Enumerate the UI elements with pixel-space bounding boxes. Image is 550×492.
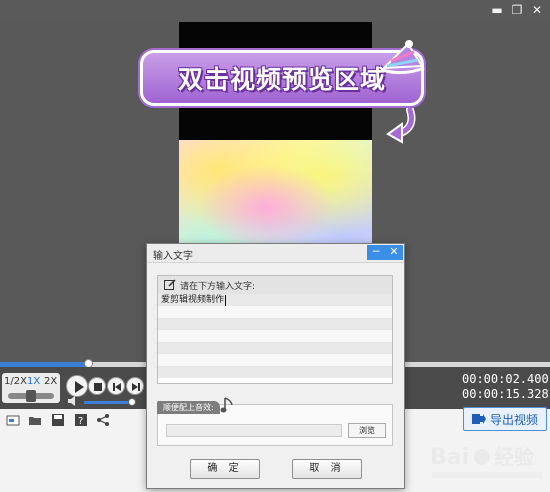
volume-icon[interactable] bbox=[67, 396, 79, 406]
sound-effect-path-field[interactable] bbox=[166, 424, 342, 437]
export-icon bbox=[471, 414, 486, 424]
sound-effect-section: 顺便配上音效: 浏览 bbox=[157, 397, 393, 446]
speed-slider-knob[interactable] bbox=[26, 390, 36, 402]
browse-button[interactable]: 浏览 bbox=[348, 423, 386, 438]
tip-callout-text: 双击视频预览区域 bbox=[177, 65, 386, 94]
close-button[interactable]: ✕ bbox=[528, 2, 546, 18]
save-icon[interactable] bbox=[51, 413, 65, 427]
music-note-icon bbox=[220, 397, 233, 413]
minimize-button[interactable]: ▬ bbox=[488, 2, 506, 18]
text-input-area[interactable]: 请在下方输入文字: 爱剪辑视频制作 bbox=[157, 275, 393, 384]
text-input-prompt: 请在下方输入文字: bbox=[180, 282, 256, 292]
play-icon bbox=[75, 381, 84, 393]
sound-effect-label: 顺便配上音效: bbox=[157, 401, 220, 414]
party-hat-icon bbox=[381, 40, 425, 75]
svg-text:Bai: Bai bbox=[430, 445, 469, 470]
speed-slider[interactable] bbox=[8, 390, 54, 402]
stop-icon bbox=[94, 383, 102, 391]
previous-frame-icon bbox=[113, 383, 121, 391]
restore-button[interactable]: ❐ bbox=[508, 2, 526, 18]
next-frame-button[interactable] bbox=[126, 377, 144, 395]
text-input-header: 请在下方输入文字: bbox=[158, 276, 392, 294]
input-text-dialog: 输入文字 ─ ✕ 请在下方输入文字: 爱剪辑视频制作 顺便配上音效: 浏览 确 … bbox=[146, 243, 405, 489]
current-time: 00:00:02.400 bbox=[462, 372, 549, 386]
speed-2x-button[interactable]: 2X bbox=[44, 376, 57, 387]
total-time: 00:00:15.328 bbox=[462, 387, 549, 401]
dialog-title: 输入文字 bbox=[153, 251, 193, 262]
next-frame-icon bbox=[132, 383, 140, 391]
ok-button[interactable]: 确 定 bbox=[190, 459, 260, 479]
cancel-button[interactable]: 取 消 bbox=[292, 459, 362, 479]
share-icon[interactable] bbox=[96, 413, 110, 427]
help-icon[interactable]: ? bbox=[74, 413, 88, 427]
dialog-titlebar: 输入文字 ─ ✕ bbox=[147, 244, 404, 263]
export-video-label: 导出视频 bbox=[489, 412, 538, 427]
speed-1x-button[interactable]: 1X bbox=[27, 376, 40, 387]
time-display: 00:00:02.400 00:00:15.328 bbox=[462, 372, 549, 402]
dialog-minimize-button[interactable]: ─ bbox=[367, 245, 385, 260]
speed-half-button[interactable]: 1/2X bbox=[4, 376, 27, 387]
volume-slider[interactable] bbox=[84, 398, 136, 406]
volume-thumb[interactable] bbox=[128, 398, 136, 406]
edit-icon bbox=[164, 279, 176, 290]
new-project-icon[interactable] bbox=[6, 413, 20, 427]
dialog-close-button[interactable]: ✕ bbox=[385, 245, 403, 260]
text-input-value[interactable]: 爱剪辑视频制作 bbox=[161, 295, 227, 306]
play-button[interactable] bbox=[66, 375, 88, 397]
stop-button[interactable] bbox=[88, 377, 106, 395]
previous-frame-button[interactable] bbox=[107, 377, 125, 395]
text-input-lines[interactable] bbox=[158, 294, 392, 383]
export-video-button[interactable]: 导出视频 bbox=[463, 407, 547, 431]
baidu-jingyan-watermark: Bai 经验 bbox=[430, 445, 542, 478]
svg-text:经验: 经验 bbox=[494, 445, 534, 469]
volume-fill bbox=[84, 401, 132, 404]
open-folder-icon[interactable] bbox=[28, 413, 42, 427]
speed-selector: 1/2X 1X 2X bbox=[2, 373, 60, 403]
svg-text:?: ? bbox=[78, 416, 83, 427]
curved-arrow-icon bbox=[386, 108, 416, 144]
window-titlebar: ▬ ❐ ✕ bbox=[0, 0, 550, 22]
